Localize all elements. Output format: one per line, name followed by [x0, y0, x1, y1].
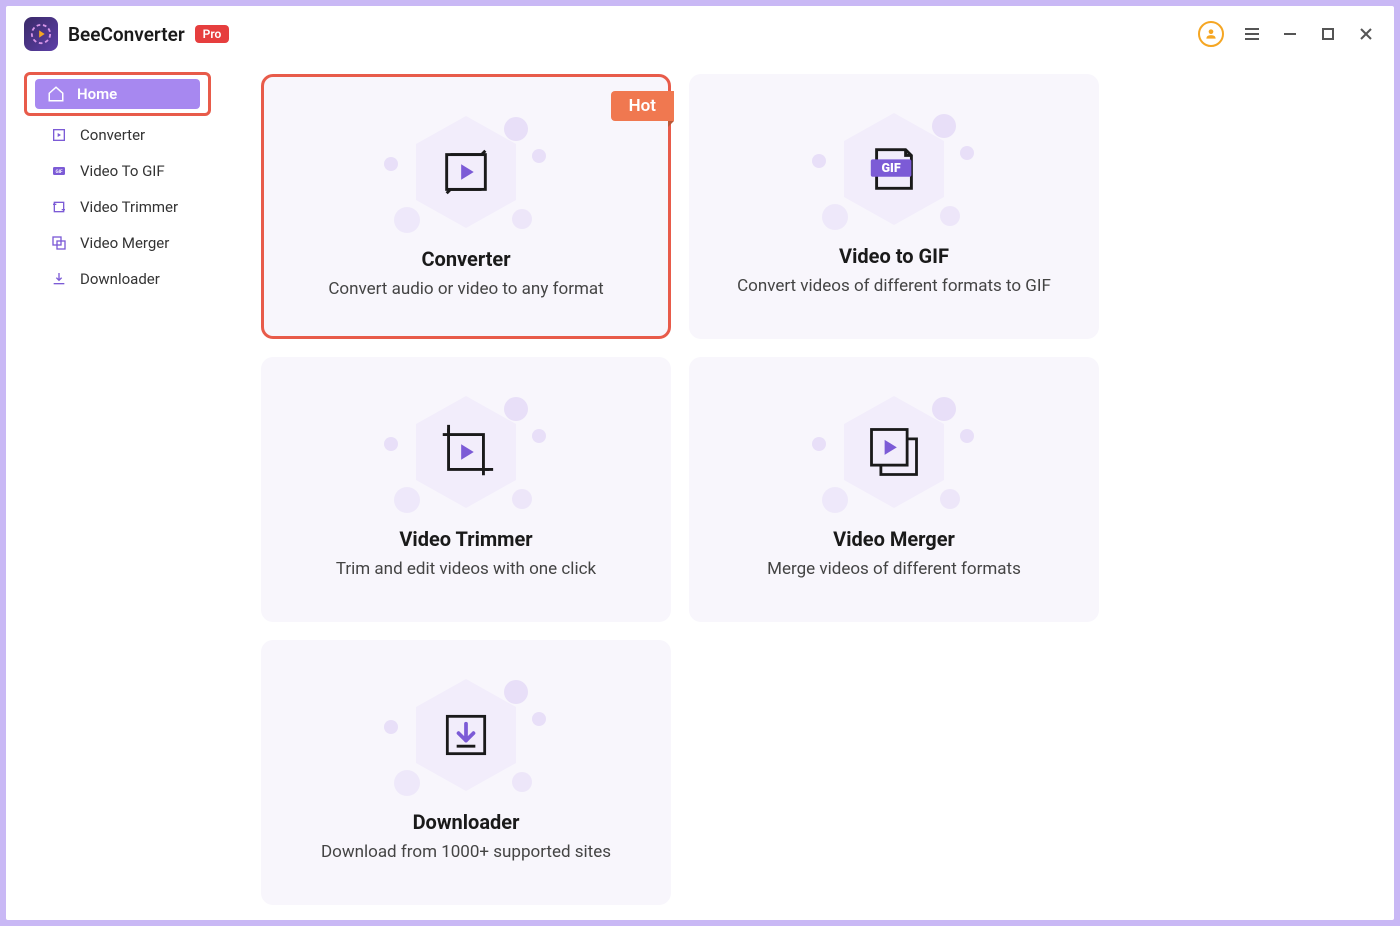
sidebar-item-label: Converter — [80, 126, 145, 144]
cards-grid: Hot Converter Convert audio or video to … — [261, 74, 1354, 905]
card-title: Video Merger — [833, 527, 955, 551]
card-icon-area — [804, 387, 984, 517]
sidebar-item-converter[interactable]: Converter — [38, 120, 203, 150]
close-icon[interactable] — [1356, 24, 1376, 44]
card-desc: Download from 1000+ supported sites — [321, 842, 611, 862]
converter-icon — [50, 126, 68, 144]
sidebar-item-label: Video To GIF — [80, 162, 165, 180]
app-window: BeeConverter Pro — [6, 6, 1394, 920]
card-desc: Convert videos of different formats to G… — [737, 276, 1051, 296]
app-title: BeeConverter — [68, 23, 185, 46]
merger-card-icon — [864, 422, 924, 482]
converter-card-icon — [437, 143, 495, 201]
sidebar-item-video-to-gif[interactable]: GIF Video To GIF — [38, 156, 203, 186]
account-icon[interactable] — [1198, 21, 1224, 47]
titlebar-right — [1198, 21, 1376, 47]
pro-badge: Pro — [195, 25, 230, 43]
app-logo-icon — [24, 17, 58, 51]
card-icon-area — [376, 387, 556, 517]
card-desc: Merge videos of different formats — [767, 559, 1021, 579]
downloader-icon — [50, 270, 68, 288]
card-desc: Convert audio or video to any format — [328, 279, 603, 299]
merger-icon — [50, 234, 68, 252]
card-video-trimmer[interactable]: Video Trimmer Trim and edit videos with … — [261, 357, 671, 622]
card-downloader[interactable]: Downloader Download from 1000+ supported… — [261, 640, 671, 905]
card-icon-area — [376, 670, 556, 800]
svg-text:GIF: GIF — [881, 161, 900, 176]
card-video-to-gif[interactable]: GIF Video to GIF Convert videos of diffe… — [689, 74, 1099, 339]
sidebar-item-label: Home — [77, 85, 117, 103]
svg-text:GIF: GIF — [55, 169, 63, 175]
main-content: Hot Converter Convert audio or video to … — [221, 62, 1394, 920]
card-converter[interactable]: Hot Converter Convert audio or video to … — [261, 74, 671, 339]
downloader-card-icon — [438, 707, 494, 763]
home-icon — [47, 85, 65, 103]
sidebar-item-label: Downloader — [80, 270, 160, 288]
body-area: Home Converter GIF Video To GIF Video T — [6, 62, 1394, 920]
trimmer-icon — [50, 198, 68, 216]
maximize-icon[interactable] — [1318, 24, 1338, 44]
sidebar-item-video-trimmer[interactable]: Video Trimmer — [38, 192, 203, 222]
card-video-merger[interactable]: Video Merger Merge videos of different f… — [689, 357, 1099, 622]
card-icon-area — [376, 107, 556, 237]
sidebar-item-home[interactable]: Home — [35, 79, 200, 109]
card-icon-area: GIF — [804, 104, 984, 234]
sidebar-home-highlight: Home — [24, 72, 211, 116]
minimize-icon[interactable] — [1280, 24, 1300, 44]
card-title: Video Trimmer — [399, 527, 532, 551]
hot-badge: Hot — [611, 91, 674, 121]
card-title: Video to GIF — [839, 244, 949, 268]
card-desc: Trim and edit videos with one click — [336, 559, 596, 579]
trimmer-card-icon — [435, 421, 497, 483]
titlebar-left: BeeConverter Pro — [24, 17, 229, 51]
sidebar-item-label: Video Merger — [80, 234, 169, 252]
gif-icon: GIF — [50, 162, 68, 180]
sidebar-item-video-merger[interactable]: Video Merger — [38, 228, 203, 258]
gif-card-icon: GIF — [865, 140, 923, 198]
menu-icon[interactable] — [1242, 24, 1262, 44]
sidebar: Home Converter GIF Video To GIF Video T — [6, 62, 221, 920]
sidebar-item-downloader[interactable]: Downloader — [38, 264, 203, 294]
card-title: Converter — [421, 247, 510, 271]
titlebar: BeeConverter Pro — [6, 6, 1394, 62]
card-title: Downloader — [413, 810, 520, 834]
sidebar-item-label: Video Trimmer — [80, 198, 178, 216]
